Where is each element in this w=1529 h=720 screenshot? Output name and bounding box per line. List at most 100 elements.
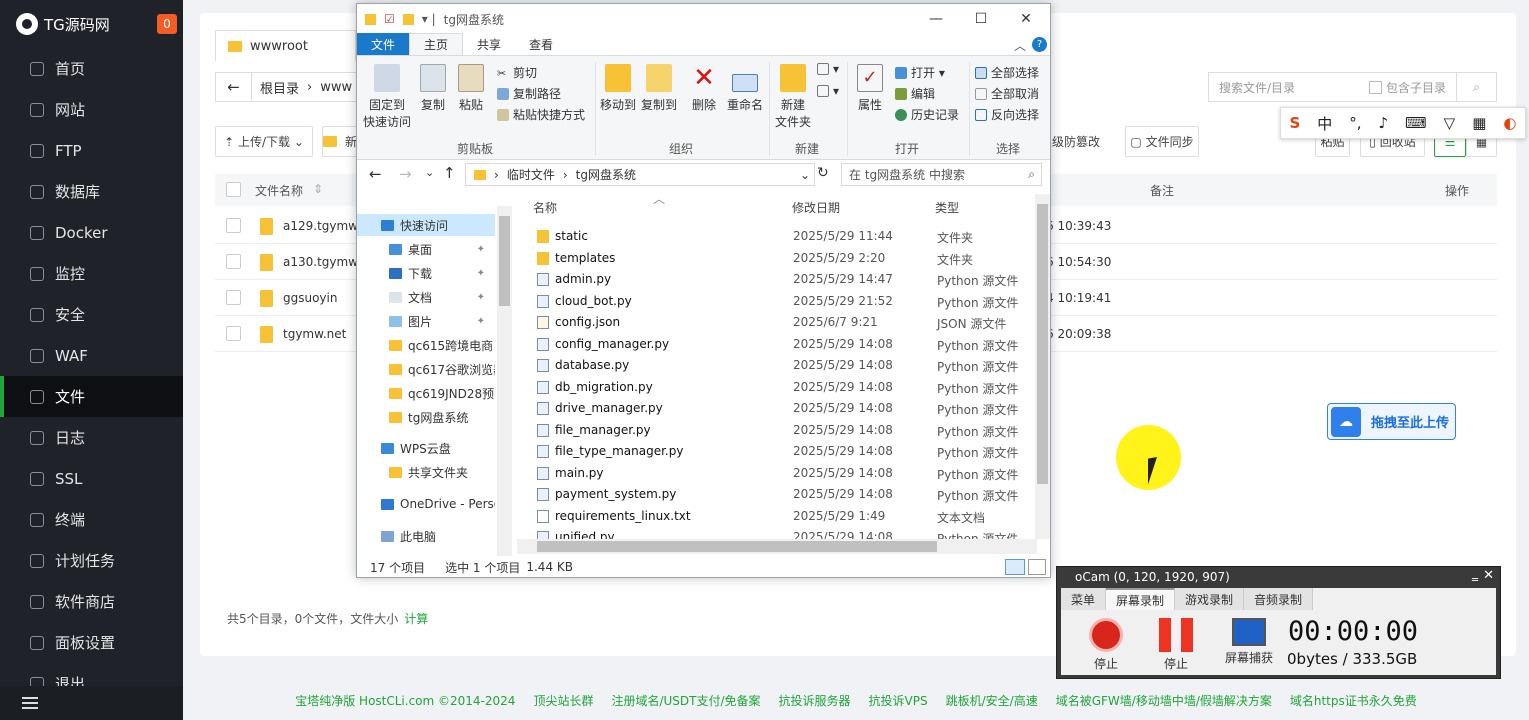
col-type[interactable]: 类型 <box>935 199 959 216</box>
sogou-mascot-icon[interactable]: ◐ <box>1503 114 1516 132</box>
tab-wwwroot[interactable]: wwwroot <box>215 30 356 61</box>
footer-link[interactable]: 抗投诉服务器 <box>779 692 851 709</box>
file-row[interactable]: templates 2025/5/29 2:20 文件夹 <box>527 248 1037 270</box>
microphone-icon[interactable]: ♪ <box>1379 114 1389 132</box>
select-none-button[interactable]: 全部取消 <box>975 85 1039 102</box>
nav-pane-item[interactable]: OneDrive - Perso <box>381 493 495 515</box>
properties-button[interactable]: ✓ 属性 <box>853 64 887 113</box>
address-segment[interactable]: tg网盘系统 <box>576 166 636 183</box>
file-name[interactable]: file_manager.py <box>555 423 651 437</box>
h-scroll-thumb[interactable] <box>537 541 937 552</box>
ocam-window[interactable]: oCam (0, 120, 1920, 907) ‗ ✕ 菜单 屏幕录制 游戏录制 … <box>1056 566 1501 679</box>
file-name[interactable]: ggsuoyin <box>283 291 337 305</box>
footer-link[interactable]: 域名https证书永久免费 <box>1290 692 1417 709</box>
tab-screen-record[interactable]: 屏幕录制 <box>1106 588 1176 610</box>
sidebar-item[interactable]: 计划任务 <box>0 540 183 581</box>
drag-upload-button[interactable]: ☁ 拖拽至此上传 <box>1327 403 1456 440</box>
footer-link[interactable]: 注册域名/USDT支付/免备案 <box>611 692 760 709</box>
sidebar-item[interactable]: 监控 <box>0 253 183 294</box>
minimize-button[interactable]: — <box>913 8 959 30</box>
search-icon[interactable]: ⌕ <box>1456 73 1496 101</box>
nav-pane-item[interactable]: 下载 ✦ <box>389 262 495 284</box>
file-name[interactable]: requirements_linux.txt <box>555 509 691 523</box>
sidebar-item[interactable]: FTP <box>0 130 183 171</box>
up-arrow-icon[interactable]: ↑ <box>443 164 456 182</box>
footer-link[interactable]: 顶尖站长群 <box>533 692 593 709</box>
punctuation-toggle[interactable]: °, <box>1349 114 1361 132</box>
notification-badge[interactable]: 0 <box>157 14 177 34</box>
close-button[interactable]: ✕ <box>1483 568 1494 583</box>
brand-logo[interactable]: TG源码网 0 <box>0 0 183 48</box>
sort-icon[interactable]: ⇕ <box>313 182 323 196</box>
nav-pane-item[interactable]: 桌面 ✦ <box>389 238 495 260</box>
file-row[interactable]: admin.py 2025/5/29 14:47 Python 源文件 <box>527 269 1037 291</box>
file-name[interactable]: database.py <box>555 358 629 372</box>
row-checkbox[interactable] <box>226 218 241 233</box>
sidebar-item[interactable]: 安全 <box>0 294 183 335</box>
new-item-button[interactable]: ▾ <box>817 62 839 76</box>
help-icon[interactable]: ? <box>1032 37 1047 52</box>
path-root[interactable]: 根目录 <box>260 78 299 97</box>
sidebar-item[interactable]: 首页 <box>0 48 183 89</box>
copy-path-button[interactable]: 复制路径 <box>497 85 561 102</box>
toolbox-icon[interactable]: ▦ <box>1472 114 1486 132</box>
nav-pane-item[interactable]: tg网盘系统 <box>389 406 495 428</box>
sidebar-item[interactable]: 数据库 <box>0 171 183 212</box>
upload-download-button[interactable]: ⇡ 上传/下载 ⌄ <box>215 126 313 157</box>
new-folder-quick-icon[interactable] <box>402 13 414 25</box>
maximize-button[interactable]: ☐ <box>958 8 1004 30</box>
search-input[interactable]: 搜索文件/目录 <box>1209 79 1369 96</box>
sidebar-item[interactable]: WAF <box>0 335 183 376</box>
file-name[interactable]: config.json <box>555 315 620 329</box>
select-all-checkbox[interactable] <box>226 182 241 197</box>
close-button[interactable]: ✕ <box>1003 8 1049 30</box>
easy-access-button[interactable]: ▾ <box>817 84 839 98</box>
nav-pane-item[interactable]: WPS云盘 <box>381 437 495 459</box>
customize-toolbar-icon[interactable]: ▾ | <box>422 12 436 26</box>
file-name[interactable]: a129.tgymw. <box>283 219 361 233</box>
details-view-icon[interactable] <box>1005 559 1025 575</box>
copy-to-button[interactable]: 复制到 <box>639 64 679 113</box>
footer-link[interactable]: 域名被GFW墙/移动墙中墙/假墙解决方案 <box>1056 692 1272 709</box>
sidebar-item[interactable]: 终端 <box>0 499 183 540</box>
forward-arrow-icon[interactable]: → <box>399 165 412 183</box>
language-toggle[interactable]: 中 <box>1317 113 1332 134</box>
file-row[interactable]: config_manager.py 2025/5/29 14:08 Python 源… <box>527 334 1037 356</box>
sidebar-item[interactable]: 软件商店 <box>0 581 183 622</box>
file-row[interactable]: file_type_manager.py 2025/5/29 14:08 Pytho… <box>527 441 1037 463</box>
back-arrow-icon[interactable]: ← <box>216 73 252 101</box>
col-name[interactable]: 名称 <box>533 199 557 216</box>
explorer-search-input[interactable]: 在 tg网盘系统 中搜索 ⌕ <box>841 163 1042 186</box>
address-segment[interactable]: 临时文件 <box>507 166 555 183</box>
horizontal-scrollbar[interactable] <box>517 539 1037 554</box>
pin-quick-access-button[interactable]: 固定到 快速访问 <box>363 64 411 130</box>
back-arrow-icon[interactable]: ← <box>369 165 382 183</box>
address-bar[interactable]: › 临时文件 › tg网盘系统 ⌄ <box>465 163 815 186</box>
footer-link[interactable]: 跳板机/安全/高速 <box>946 692 1038 709</box>
history-button[interactable]: 历史记录 <box>895 106 959 123</box>
pin-icon[interactable]: ✦ <box>477 268 485 279</box>
file-row[interactable]: db_migration.py 2025/5/29 14:08 Python 源文件 <box>527 377 1037 399</box>
file-row[interactable]: cloud_bot.py 2025/5/29 21:52 Python 源文件 <box>527 291 1037 313</box>
file-name[interactable]: static <box>555 229 588 243</box>
file-row[interactable]: main.py 2025/5/29 14:08 Python 源文件 <box>527 463 1037 485</box>
nav-scrollbar[interactable] <box>497 206 512 556</box>
tab-menu[interactable]: 菜单 <box>1061 588 1107 610</box>
file-name[interactable]: file_type_manager.py <box>555 444 683 458</box>
file-sync-button[interactable]: ▢ 文件同步 <box>1125 126 1199 157</box>
collapse-ribbon-icon[interactable]: ︿ <box>1014 37 1026 54</box>
nav-pane-item[interactable]: 快速访问 <box>357 214 495 236</box>
nav-pane-item[interactable]: 此电脑 <box>381 525 495 547</box>
nav-scroll-thumb[interactable] <box>499 216 510 306</box>
nav-pane-item[interactable]: qc617谷歌浏览器 <box>389 358 495 380</box>
file-name[interactable]: drive_manager.py <box>555 401 663 415</box>
pause-button[interactable]: 停止 <box>1151 618 1201 672</box>
file-name[interactable]: cloud_bot.py <box>555 294 632 308</box>
sidebar-item[interactable]: Docker <box>0 212 183 253</box>
large-icons-view-icon[interactable] <box>1028 559 1046 575</box>
col-date[interactable]: 修改日期 <box>792 199 840 216</box>
keyboard-icon[interactable]: ⌨ <box>1405 114 1427 132</box>
nav-pane-item[interactable]: 图片 ✦ <box>389 310 495 332</box>
file-row[interactable]: database.py 2025/5/29 14:08 Python 源文件 <box>527 355 1037 377</box>
nav-pane-item[interactable]: qc619JND28预 <box>389 382 495 404</box>
